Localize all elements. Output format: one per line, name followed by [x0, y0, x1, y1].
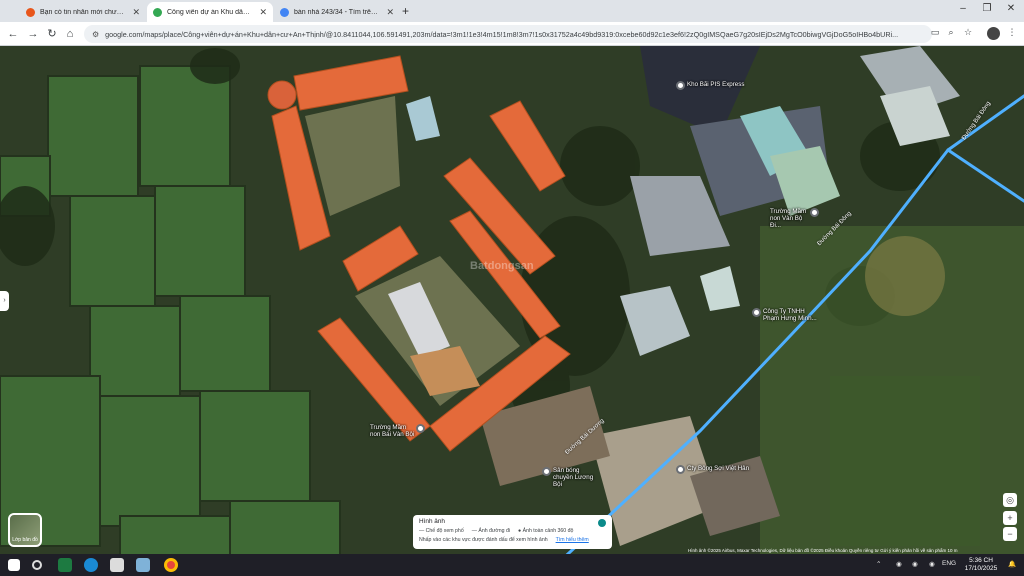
maps-favicon-icon [153, 7, 162, 17]
tab-unread-messages[interactable]: Bạn có tin nhắn mới chưa đọc ✕ [20, 2, 146, 22]
poi-school[interactable]: Trường Mầm non Bái Vàn Bội [370, 424, 432, 438]
satellite-map[interactable]: Batdongsan Kho Bãi PIS Express Trường Mầ… [0, 46, 1024, 554]
zoom-icon[interactable]: ⌕ [944, 27, 958, 38]
map-layers-button[interactable]: Lớp bản đồ [8, 513, 42, 547]
imagery-toggle[interactable] [598, 519, 606, 527]
location-pin-icon [676, 465, 685, 474]
browser-tab-strip: Bạn có tin nhắn mới chưa đọc ✕ Công viên… [0, 0, 1024, 22]
close-tab-icon[interactable]: ✕ [386, 7, 394, 18]
location-pin-icon [752, 308, 761, 317]
address-bar[interactable]: ⚙ google.com/maps/place/Công+viên+dự+án+… [84, 25, 932, 43]
close-tab-icon[interactable]: ✕ [259, 7, 267, 18]
site-info-icon[interactable]: ⚙ [92, 30, 99, 39]
watermark-logo: Batdongsan [470, 260, 534, 272]
imagery-info-card: Hình ảnh — Chế độ xem phố — Ảnh đường đi… [413, 515, 612, 549]
new-tab-button[interactable]: + [402, 4, 409, 18]
bookmark-star-icon[interactable]: ☆ [961, 27, 975, 38]
url-text: google.com/maps/place/Công+viên+dự+án+Kh… [105, 29, 899, 39]
google-favicon-icon [280, 7, 289, 17]
edge-icon[interactable] [84, 558, 98, 572]
poi-label: Công Ty TNHH Phạm Hưng Minh... [763, 308, 817, 322]
browser-toolbar: ← → ↻ ⌂ ⚙ google.com/maps/place/Công+viê… [0, 22, 1024, 46]
minimize-button[interactable]: – [956, 3, 970, 14]
tab-google-search[interactable]: bán nhà 243/34 - Tìm trên Goo ✕ [274, 2, 400, 22]
poi-kindergarten[interactable]: Trường Mầm non Vàn Bộ Đi... [770, 208, 830, 229]
poi-warehouse[interactable]: Kho Bãi PIS Express [676, 81, 744, 90]
tab-label: bán nhà 243/34 - Tìm trên Goo [294, 8, 381, 16]
tab-google-maps[interactable]: Công viên dự án Khu dân cư An Thịnh ✕ [147, 2, 273, 22]
poi-label: Kho Bãi PIS Express [687, 81, 745, 88]
zoom-out-button[interactable]: − [1003, 527, 1017, 541]
zoom-in-button[interactable]: + [1003, 511, 1017, 525]
tab-label: Công viên dự án Khu dân cư An Thịnh [167, 8, 253, 16]
menu-kebab-icon[interactable]: ⋮ [1005, 27, 1019, 38]
files-icon[interactable] [136, 558, 150, 572]
language-indicator[interactable]: ENG [942, 560, 956, 567]
chrome-icon[interactable] [164, 558, 178, 572]
legend-360-photos: ● Ảnh toàn cảnh 360 độ [518, 528, 574, 534]
tab-label: Bạn có tin nhắn mới chưa đọc [40, 8, 127, 16]
profile-avatar[interactable] [987, 27, 1000, 40]
expand-side-panel-button[interactable]: › [0, 291, 9, 311]
windows-start-icon[interactable] [8, 559, 20, 571]
poi-label: Sân bóng chuyền Lương Bội [553, 467, 594, 488]
location-pin-icon [416, 424, 425, 433]
windows-taskbar: ⌃ ◉ ◉ ◉ ENG 5:36 CH 17/10/2025 🔔 [0, 554, 1024, 576]
poi-label: Trường Mầm non Bái Vàn Bội [370, 424, 415, 438]
forward-arrow-icon[interactable]: → [26, 27, 40, 41]
close-tab-icon[interactable]: ✕ [132, 7, 140, 18]
my-location-button[interactable]: ◎ [1003, 493, 1017, 507]
poi-label: Cty Bông Sợi Việt Hân [687, 465, 750, 472]
card-title: Hình ảnh [419, 518, 445, 525]
poi-volleyball-court[interactable]: Sân bóng chuyền Lương Bội [542, 467, 604, 488]
legend-road-photos: — Ảnh đường đi [471, 528, 511, 534]
tray-chevron-icon[interactable]: ⌃ [876, 560, 881, 568]
tray-app-icon[interactable]: ◉ [912, 560, 918, 568]
poi-label: Trường Mầm non Vàn Bộ Đi... [770, 208, 807, 229]
poi-company[interactable]: Công Ty TNHH Phạm Hưng Minh... [752, 308, 822, 322]
satellite-imagery [0, 46, 1024, 554]
message-favicon-icon [26, 7, 35, 17]
back-arrow-icon[interactable]: ← [6, 27, 20, 41]
map-attribution: Hình ảnh ©2025 Airbus, Maxar Technologie… [688, 548, 958, 553]
search-icon[interactable] [32, 560, 42, 570]
maximize-button[interactable]: ❐ [980, 3, 994, 14]
clock-date: 17/10/2025 [964, 565, 998, 572]
location-pin-icon [542, 467, 551, 476]
location-pin-icon [810, 208, 819, 217]
clock-time: 5:36 CH [969, 557, 993, 564]
poi-fiber-company[interactable]: Cty Bông Sợi Việt Hân [676, 465, 749, 474]
close-window-button[interactable]: ✕ [1004, 3, 1018, 14]
location-pin-icon [676, 81, 685, 90]
reload-icon[interactable]: ↻ [45, 27, 59, 41]
excel-icon[interactable] [58, 558, 72, 572]
install-app-icon[interactable]: ▭ [928, 27, 942, 38]
layers-label: Lớp bản đồ [12, 537, 38, 543]
legend-street-view: — Chế độ xem phố [419, 528, 464, 534]
system-clock[interactable]: 5:36 CH 17/10/2025 [960, 557, 1002, 573]
tray-app-icon[interactable]: ◉ [896, 560, 902, 568]
home-icon[interactable]: ⌂ [63, 27, 77, 41]
app-icon[interactable] [110, 558, 124, 572]
card-hint: Nhấp vào các khu vực được đánh dấu để xe… [419, 537, 548, 543]
notification-bell-icon[interactable]: 🔔 [1008, 560, 1016, 568]
tray-app-icon[interactable]: ◉ [929, 560, 935, 568]
learn-more-link[interactable]: Tìm hiểu thêm [556, 537, 589, 543]
